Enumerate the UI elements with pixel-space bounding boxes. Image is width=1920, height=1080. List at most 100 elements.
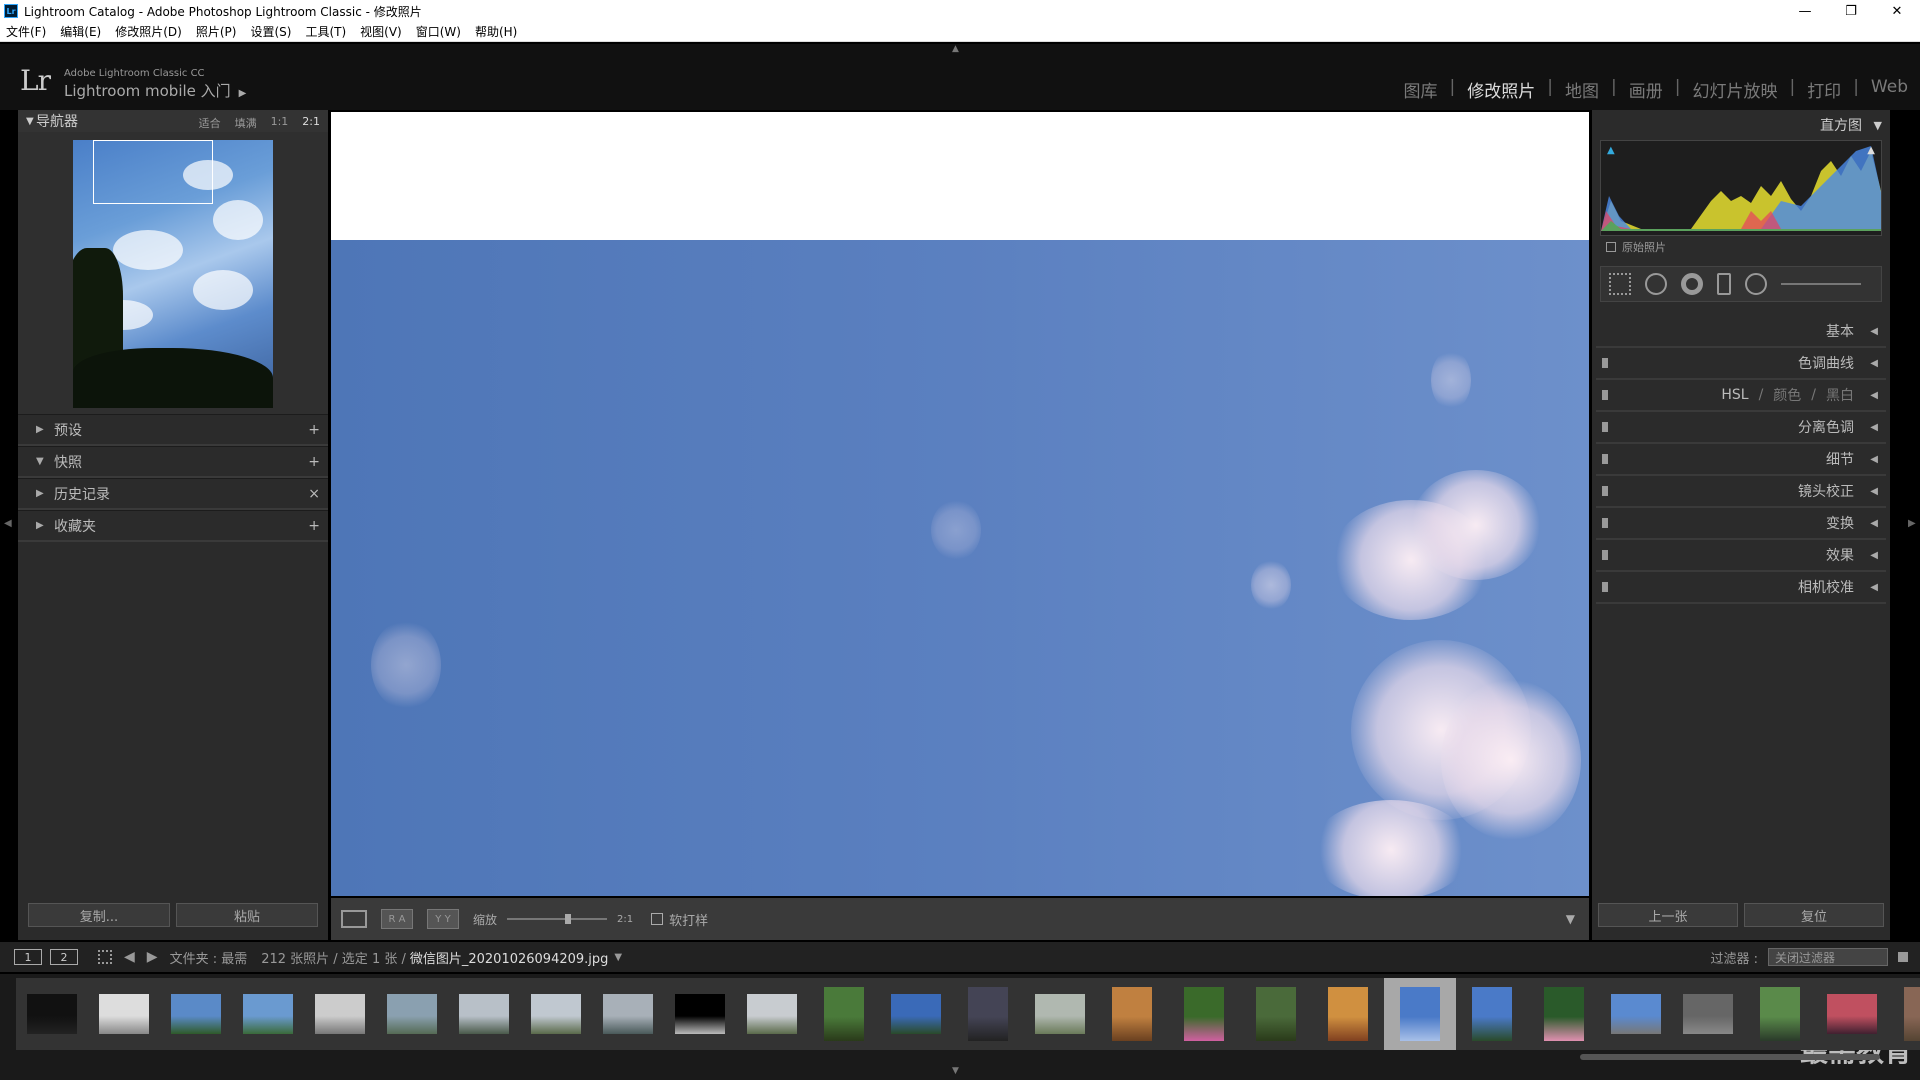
panel-switch[interactable] (1602, 518, 1608, 528)
panel-switch[interactable] (1602, 582, 1608, 592)
left-panel-toggle-icon[interactable]: ◀ (4, 518, 12, 529)
camera-calibration-panel[interactable]: 相机校准 ◀ (1596, 572, 1886, 604)
main-image-view[interactable] (331, 112, 1589, 896)
detail-panel[interactable]: 细节 ◀ (1596, 444, 1886, 476)
grid-view-icon[interactable] (98, 950, 112, 964)
filmstrip-thumbnail[interactable] (1384, 978, 1456, 1050)
shadow-clipping-icon[interactable]: ▲ (1607, 145, 1615, 156)
filmstrip-thumbnail[interactable] (520, 978, 592, 1050)
add-preset-icon[interactable]: + (308, 422, 320, 438)
maximize-button[interactable]: ❐ (1828, 0, 1874, 22)
original-photo-toggle[interactable]: 原始照片 (1592, 236, 1890, 258)
module-develop[interactable]: 修改照片 (1467, 77, 1535, 102)
loupe-view-icon[interactable] (341, 910, 367, 928)
filmstrip-thumbnail[interactable] (160, 978, 232, 1050)
panel-switch[interactable] (1602, 454, 1608, 464)
module-map[interactable]: 地图 (1565, 77, 1599, 102)
filmstrip-thumbnail[interactable] (1744, 978, 1816, 1050)
clear-history-icon[interactable]: × (308, 486, 320, 502)
tone-curve-panel[interactable]: 色调曲线 ◀ (1596, 348, 1886, 380)
filmstrip-thumbnail[interactable] (736, 978, 808, 1050)
filmstrip-thumbnail[interactable] (448, 978, 520, 1050)
zoom-slider-handle[interactable] (565, 914, 572, 924)
navigator-preview[interactable] (73, 140, 273, 408)
module-library[interactable]: 图库 (1404, 77, 1438, 102)
filmstrip-thumbnail[interactable] (1816, 978, 1888, 1050)
menu-edit[interactable]: 编辑(E) (60, 23, 101, 40)
menu-view[interactable]: 视图(V) (360, 23, 402, 40)
current-filename[interactable]: 微信图片_20201026094209.jpg (410, 948, 609, 967)
minimize-button[interactable]: — (1782, 0, 1828, 22)
original-photo-checkbox[interactable] (1606, 242, 1616, 252)
filmstrip-thumbnail[interactable] (16, 978, 88, 1050)
filmstrip-thumbnail[interactable] (232, 978, 304, 1050)
menu-develop[interactable]: 修改照片(D) (115, 23, 182, 40)
add-snapshot-icon[interactable]: + (308, 454, 320, 470)
histogram-header[interactable]: 直方图 ▼ (1592, 110, 1890, 140)
forward-arrow-icon[interactable]: ▶ (147, 949, 158, 965)
filmstrip-thumbnail[interactable] (1672, 978, 1744, 1050)
before-after-ra-button[interactable]: R A (381, 909, 413, 929)
back-arrow-icon[interactable]: ◀ (124, 949, 135, 965)
transform-panel[interactable]: 变换 ◀ (1596, 508, 1886, 540)
hsl-panel[interactable]: HSL / 颜色 / 黑白 ◀ (1596, 380, 1886, 412)
adjustment-brush-slider[interactable] (1781, 283, 1861, 285)
menu-window[interactable]: 窗口(W) (416, 23, 461, 40)
split-toning-panel[interactable]: 分离色调 ◀ (1596, 412, 1886, 444)
filmstrip-thumbnail[interactable] (304, 978, 376, 1050)
module-web[interactable]: Web (1871, 77, 1908, 102)
snapshots-panel[interactable]: ▼ 快照 + (18, 446, 328, 478)
effects-panel[interactable]: 效果 ◀ (1596, 540, 1886, 572)
filmstrip-thumbnail[interactable] (1240, 978, 1312, 1050)
menu-help[interactable]: 帮助(H) (475, 23, 517, 40)
navigator-view-box[interactable] (93, 140, 213, 204)
filmstrip-thumbnail[interactable] (1456, 978, 1528, 1050)
filmstrip-thumbnail[interactable] (1312, 978, 1384, 1050)
reset-button[interactable]: 复位 (1744, 903, 1884, 927)
hsl-label[interactable]: HSL (1721, 387, 1748, 403)
copy-button[interactable]: 复制... (28, 903, 170, 927)
filmstrip-scrollbar[interactable] (1580, 1054, 1880, 1060)
softproof-checkbox[interactable] (651, 913, 664, 925)
collections-panel[interactable]: ▶ 收藏夹 + (18, 510, 328, 542)
filmstrip-thumbnail[interactable] (1600, 978, 1672, 1050)
crop-tool-icon[interactable] (1609, 273, 1631, 295)
zoom-fit[interactable]: 适合 (199, 115, 221, 131)
filmstrip-thumbnail[interactable] (376, 978, 448, 1050)
histogram[interactable]: ▲ ▲ (1600, 140, 1882, 236)
filmstrip-thumbnail[interactable] (1024, 978, 1096, 1050)
filter-select[interactable]: 关闭过滤器 (1768, 948, 1888, 966)
previous-button[interactable]: 上一张 (1598, 903, 1738, 927)
add-collection-icon[interactable]: + (308, 518, 320, 534)
filename-dropdown-icon[interactable]: ▼ (614, 952, 622, 963)
filmstrip-thumbnail[interactable] (1096, 978, 1168, 1050)
top-panel-toggle-icon[interactable]: ▲ (952, 44, 959, 54)
zoom-slider[interactable] (507, 914, 608, 924)
zoom-2-1[interactable]: 2:1 (302, 115, 320, 131)
highlight-clipping-icon[interactable]: ▲ (1867, 145, 1875, 156)
menu-photo[interactable]: 照片(P) (196, 23, 237, 40)
module-book[interactable]: 画册 (1629, 77, 1663, 102)
filmstrip-thumbnail[interactable] (1528, 978, 1600, 1050)
lens-correction-panel[interactable]: 镜头校正 ◀ (1596, 476, 1886, 508)
bw-label[interactable]: 黑白 (1826, 385, 1854, 405)
filmstrip-thumbnail[interactable] (1168, 978, 1240, 1050)
paste-button[interactable]: 粘贴 (176, 903, 318, 927)
filmstrip-thumbnail[interactable] (952, 978, 1024, 1050)
identity-mobile-link[interactable]: Lightroom mobile 入门 ▶ (64, 80, 246, 101)
spot-removal-icon[interactable] (1645, 273, 1667, 295)
presets-panel[interactable]: ▶ 预设 + (18, 414, 328, 446)
toolbar-menu-icon[interactable]: ▼ (1566, 912, 1575, 926)
window-1-button[interactable]: 1 (14, 949, 42, 965)
module-print[interactable]: 打印 (1807, 77, 1841, 102)
zoom-1-1[interactable]: 1:1 (271, 115, 289, 131)
menu-settings[interactable]: 设置(S) (250, 23, 291, 40)
source-label[interactable]: 文件夹 : 最需 (170, 948, 248, 967)
history-panel[interactable]: ▶ 历史记录 × (18, 478, 328, 510)
filmstrip-thumbnail[interactable] (88, 978, 160, 1050)
filmstrip-thumbnail[interactable] (592, 978, 664, 1050)
navigator-header[interactable]: ▼ 导航器 适合 填满 1:1 2:1 (18, 110, 328, 132)
bottom-panel-toggle-icon[interactable]: ▼ (952, 1066, 959, 1076)
filmstrip-thumbnail[interactable] (1888, 978, 1920, 1050)
panel-switch[interactable] (1602, 358, 1608, 368)
